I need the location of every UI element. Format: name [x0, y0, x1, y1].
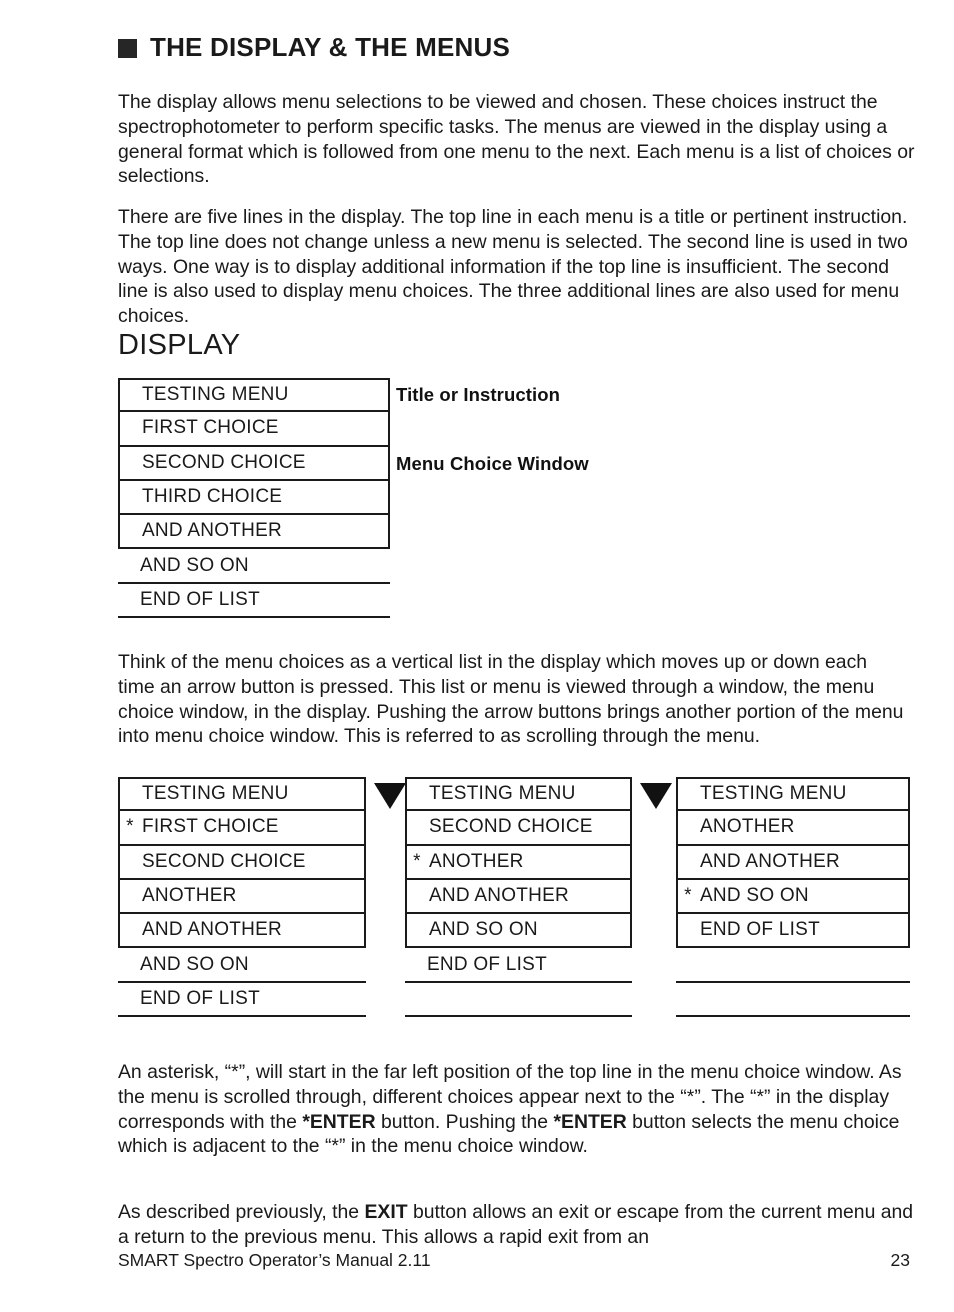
display-row-label: TESTING MENU: [142, 384, 289, 406]
display-row: TESTING MENU: [118, 378, 390, 413]
menu-row: AND SO ON: [405, 914, 632, 949]
display-row-label: FIRST CHOICE: [142, 417, 279, 439]
paragraph-exit: As described previously, the EXIT button…: [118, 1200, 918, 1249]
display-row-label: AND SO ON: [140, 554, 249, 576]
menu-row: TESTING MENU: [676, 777, 910, 812]
footer-page-number: 23: [890, 1250, 910, 1270]
menu-row-overflow: [676, 983, 910, 1018]
display-row: AND ANOTHER: [118, 515, 390, 550]
display-row: SECOND CHOICE: [118, 446, 390, 481]
menu-row-overflow: END OF LIST: [118, 983, 366, 1018]
menu-row: AND ANOTHER: [118, 914, 366, 949]
display-row-label: END OF LIST: [140, 588, 260, 610]
display-row: THIRD CHOICE: [118, 480, 390, 516]
triangle-down-icon: [640, 783, 672, 809]
page-title: THE DISPLAY & THE MENUS: [150, 32, 510, 62]
label-menu-choice-window: Menu Choice Window: [396, 453, 589, 474]
section-heading: THE DISPLAY & THE MENUS: [118, 34, 510, 60]
exit-text-1: As described previously, the: [118, 1201, 365, 1224]
menu-row-label: END OF LIST: [427, 953, 547, 975]
menu-row: * AND SO ON: [676, 879, 910, 915]
menu-row-label: TESTING MENU: [700, 783, 847, 805]
menu-row-label: AND ANOTHER: [142, 919, 282, 941]
asterisk-marker: *: [684, 885, 692, 907]
display-row-label: AND ANOTHER: [142, 520, 282, 542]
footer-manual-title: SMART Spectro Operator’s Manual 2.11: [118, 1250, 431, 1270]
manual-page: THE DISPLAY & THE MENUS The display allo…: [0, 0, 954, 1312]
menu-row-label: AND ANOTHER: [429, 885, 569, 907]
enter-button-bold-2: *ENTER: [553, 1110, 627, 1133]
menu-row-label: AND SO ON: [140, 953, 249, 975]
menu-row-label: END OF LIST: [140, 987, 260, 1009]
display-row-label: SECOND CHOICE: [142, 451, 306, 473]
display-row-overflow: AND SO ON: [118, 549, 390, 584]
page-footer: SMART Spectro Operator’s Manual 2.11 23: [118, 1250, 910, 1271]
menu-row-label: END OF LIST: [700, 919, 820, 941]
label-title-or-instruction: Title or Instruction: [396, 384, 561, 405]
enter-button-bold-1: *ENTER: [302, 1110, 376, 1133]
menu-row-label: AND ANOTHER: [700, 850, 840, 872]
menu-row-label: SECOND CHOICE: [142, 850, 306, 872]
menu-row-label: SECOND CHOICE: [429, 816, 593, 838]
menu-row-label: AND SO ON: [700, 885, 809, 907]
menu-row: AND ANOTHER: [405, 879, 632, 915]
scroll-panel-c: TESTING MENU ANOTHER AND ANOTHER * AND S…: [676, 777, 910, 1018]
exit-button-bold: EXIT: [364, 1201, 408, 1224]
scroll-panel-b: TESTING MENU SECOND CHOICE * ANOTHER AND…: [405, 777, 632, 1018]
display-row: FIRST CHOICE: [118, 412, 390, 447]
menu-row-overflow: END OF LIST: [405, 948, 632, 983]
menu-row-label: ANOTHER: [429, 850, 524, 872]
menu-row: SECOND CHOICE: [118, 845, 366, 880]
black-square-bullet-icon: [118, 38, 137, 58]
display-diagram-panel: TESTING MENU FIRST CHOICE SECOND CHOICE …: [118, 378, 390, 619]
paragraph-asterisk: An asterisk, “*”, will start in the far …: [118, 1060, 918, 1158]
menu-row: ANOTHER: [118, 879, 366, 915]
paragraph-scrolling: Think of the menu choices as a vertical …: [118, 651, 904, 748]
menu-row-label: ANOTHER: [700, 816, 795, 838]
asterisk-text-2: button. Pushing the: [375, 1110, 554, 1133]
menu-row: * ANOTHER: [405, 845, 632, 880]
display-subheading: DISPLAY: [118, 329, 241, 361]
menu-row: ANOTHER: [676, 811, 910, 846]
display-row-overflow: END OF LIST: [118, 584, 390, 619]
menu-row-label: FIRST CHOICE: [142, 816, 279, 838]
paragraph-five-lines: There are five lines in the display. The…: [118, 206, 908, 327]
menu-row-overflow: AND SO ON: [118, 948, 366, 983]
menu-row-overflow: [405, 983, 632, 1018]
menu-row: * FIRST CHOICE: [118, 811, 366, 846]
menu-row: END OF LIST: [676, 914, 910, 949]
menu-row-label: AND SO ON: [429, 919, 538, 941]
scroll-panel-a: TESTING MENU * FIRST CHOICE SECOND CHOIC…: [118, 777, 366, 1018]
triangle-down-icon: [374, 783, 406, 809]
menu-row-label: ANOTHER: [142, 885, 237, 907]
menu-row-label: TESTING MENU: [142, 783, 289, 805]
menu-row: SECOND CHOICE: [405, 811, 632, 846]
menu-row-label: TESTING MENU: [429, 783, 576, 805]
asterisk-marker: *: [413, 850, 421, 872]
display-row-label: THIRD CHOICE: [142, 486, 283, 508]
menu-row: TESTING MENU: [405, 777, 632, 812]
menu-row-overflow: [676, 948, 910, 983]
asterisk-marker: *: [126, 816, 134, 838]
menu-row: TESTING MENU: [118, 777, 366, 812]
menu-row: AND ANOTHER: [676, 845, 910, 880]
paragraph-intro: The display allows menu selections to be…: [118, 91, 915, 188]
